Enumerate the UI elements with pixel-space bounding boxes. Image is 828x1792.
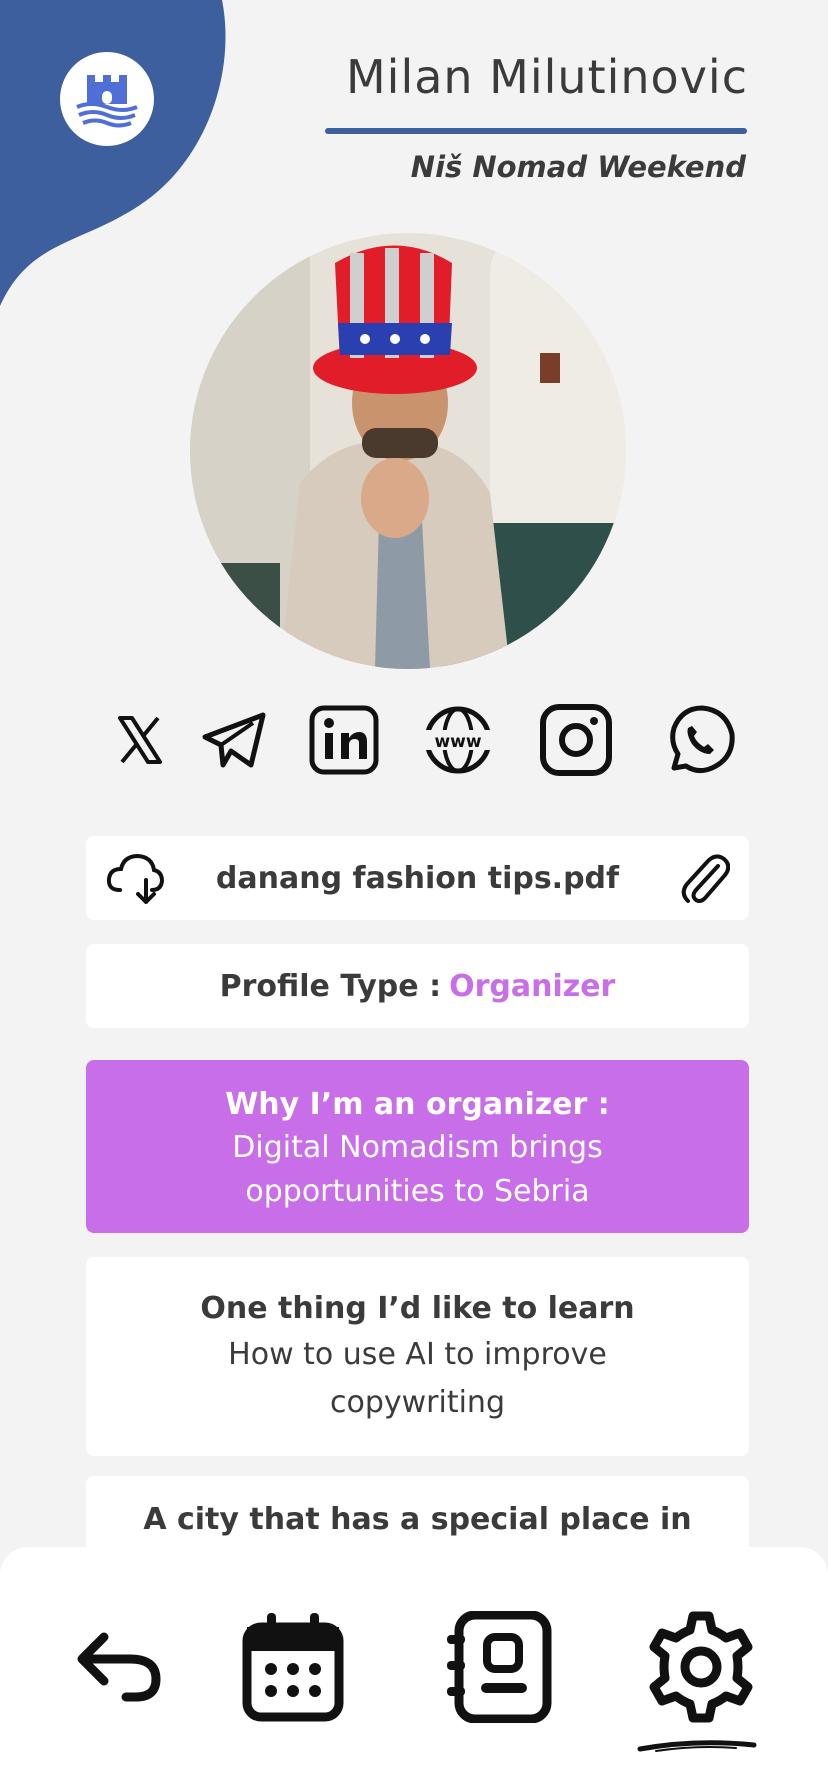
calendar-icon[interactable] — [233, 1607, 353, 1727]
whatsapp-icon[interactable] — [660, 700, 740, 780]
learn-card: One thing I’d like to learn How to use A… — [86, 1257, 749, 1456]
header-blob — [0, 0, 226, 306]
telegram-icon[interactable] — [194, 700, 274, 780]
profile-type-label: Profile Type : — [219, 968, 442, 1004]
bottom-navigation — [0, 1547, 828, 1792]
settings-gear-icon[interactable] — [641, 1607, 761, 1727]
learn-heading: One thing I’d like to learn — [200, 1291, 635, 1326]
contacts-icon[interactable] — [438, 1607, 558, 1727]
cloud-download-icon[interactable] — [106, 850, 164, 908]
learn-line: copywriting — [329, 1385, 505, 1420]
why-organizer-line: opportunities to Sebria — [245, 1174, 590, 1209]
profile-type-value: Organizer — [449, 968, 616, 1004]
why-organizer-line: Digital Nomadism brings — [232, 1130, 603, 1165]
social-links: www — [100, 700, 740, 780]
why-organizer-card: Why I’m an organizer : Digital Nomadism … — [86, 1060, 749, 1233]
app-logo — [60, 52, 154, 146]
linkedin-icon[interactable] — [304, 700, 384, 780]
castle-logo-icon — [76, 75, 138, 128]
learn-line: How to use AI to improve — [228, 1337, 607, 1372]
attachment-file-name[interactable]: danang fashion tips.pdf — [216, 861, 619, 896]
profile-photo — [190, 233, 626, 669]
x-icon[interactable] — [100, 700, 180, 780]
why-organizer-heading: Why I’m an organizer : — [225, 1087, 610, 1122]
active-tab-indicator — [637, 1740, 757, 1752]
instagram-icon[interactable] — [536, 700, 616, 780]
event-name: Niš Nomad Weekend — [410, 150, 746, 184]
name-divider — [325, 128, 747, 134]
city-heading: A city that has a special place in — [143, 1502, 692, 1537]
svg-text:www: www — [434, 732, 481, 752]
profile-type-card: Profile Type : Organizer — [86, 944, 749, 1028]
attachment-card[interactable]: danang fashion tips.pdf — [86, 836, 749, 920]
back-arrow-icon[interactable] — [60, 1607, 180, 1727]
paperclip-icon[interactable] — [675, 850, 733, 908]
profile-name: Milan Milutinovic — [345, 50, 748, 104]
website-icon[interactable]: www — [418, 700, 498, 780]
